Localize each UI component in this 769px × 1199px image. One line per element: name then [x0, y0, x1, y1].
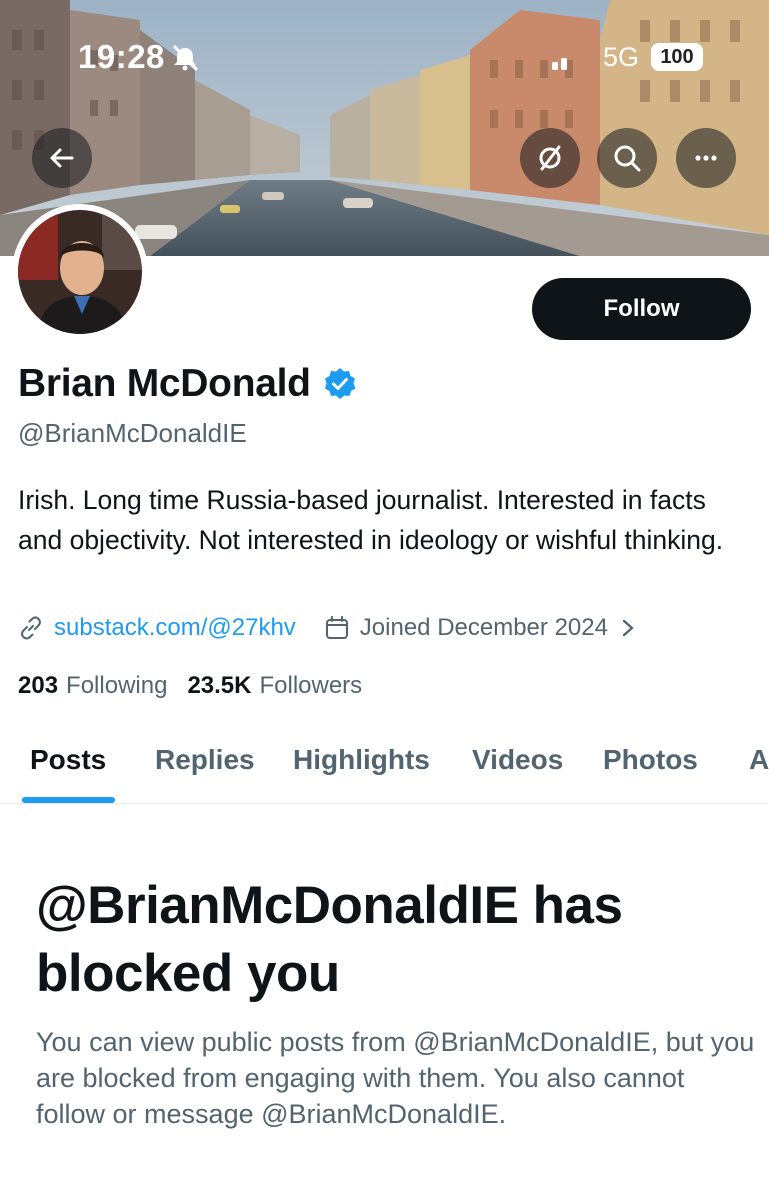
followers-label: Followers: [259, 672, 363, 699]
tab-replies[interactable]: Replies: [155, 744, 255, 776]
more-button[interactable]: [676, 128, 736, 188]
profile-bio: Irish. Long time Russia-based journalist…: [18, 485, 724, 555]
back-arrow-icon: [50, 148, 74, 168]
following-label: Following: [66, 672, 168, 699]
chevron-right-icon: [622, 619, 634, 637]
blocked-description: You can view public posts from @BrianMcD…: [36, 1027, 755, 1129]
bell-muted-icon: [172, 44, 199, 72]
tab-photos[interactable]: Photos: [603, 744, 698, 776]
joined-date: Joined December 2024: [359, 614, 608, 641]
tab-videos[interactable]: Videos: [472, 744, 563, 776]
network-type: 5G: [603, 42, 640, 72]
active-tab-indicator: [22, 797, 115, 803]
grok-icon: [539, 145, 561, 171]
more-icon: [695, 155, 717, 161]
follow-button[interactable]: Follow: [532, 278, 751, 340]
signal-icon: [552, 58, 567, 70]
battery-indicator: 100: [651, 43, 703, 71]
profile-handle: @BrianMcDonaldIE: [18, 418, 247, 448]
following-link[interactable]: 203 Following: [18, 672, 167, 700]
joined-date-item[interactable]: Joined December 2024: [324, 614, 636, 642]
tab-posts[interactable]: Posts: [30, 744, 106, 776]
profile-name-row: Brian McDonald: [18, 362, 357, 406]
verified-badge-icon[interactable]: [323, 367, 357, 401]
back-button[interactable]: [32, 128, 92, 188]
search-icon: [614, 145, 641, 172]
tab-highlights[interactable]: Highlights: [293, 744, 430, 776]
display-name: Brian McDonald: [18, 362, 311, 405]
status-bar: 19:28 5G 100: [0, 0, 769, 110]
grok-button[interactable]: [520, 128, 580, 188]
link-icon: [21, 616, 41, 640]
search-button[interactable]: [597, 128, 657, 188]
follow-counts: 203 Following 23.5K Followers: [18, 672, 362, 700]
followers-count: 23.5K: [187, 672, 252, 699]
profile-meta-row: substack.com/@27khv Joined December 2024: [18, 614, 636, 642]
followers-link[interactable]: 23.5K Followers: [187, 672, 362, 700]
avatar-photo: [18, 210, 142, 334]
blocked-title: @BrianMcDonaldIE has blocked you: [36, 876, 623, 1003]
profile-link[interactable]: substack.com/@27khv: [54, 614, 296, 642]
tab-articles[interactable]: A: [749, 744, 769, 776]
profile-avatar[interactable]: [12, 204, 148, 340]
profile-tabs: Posts Replies Highlights Videos Photos A: [0, 722, 769, 804]
following-count: 203: [18, 672, 59, 699]
status-time: 19:28: [78, 38, 165, 75]
calendar-icon: [325, 616, 348, 639]
